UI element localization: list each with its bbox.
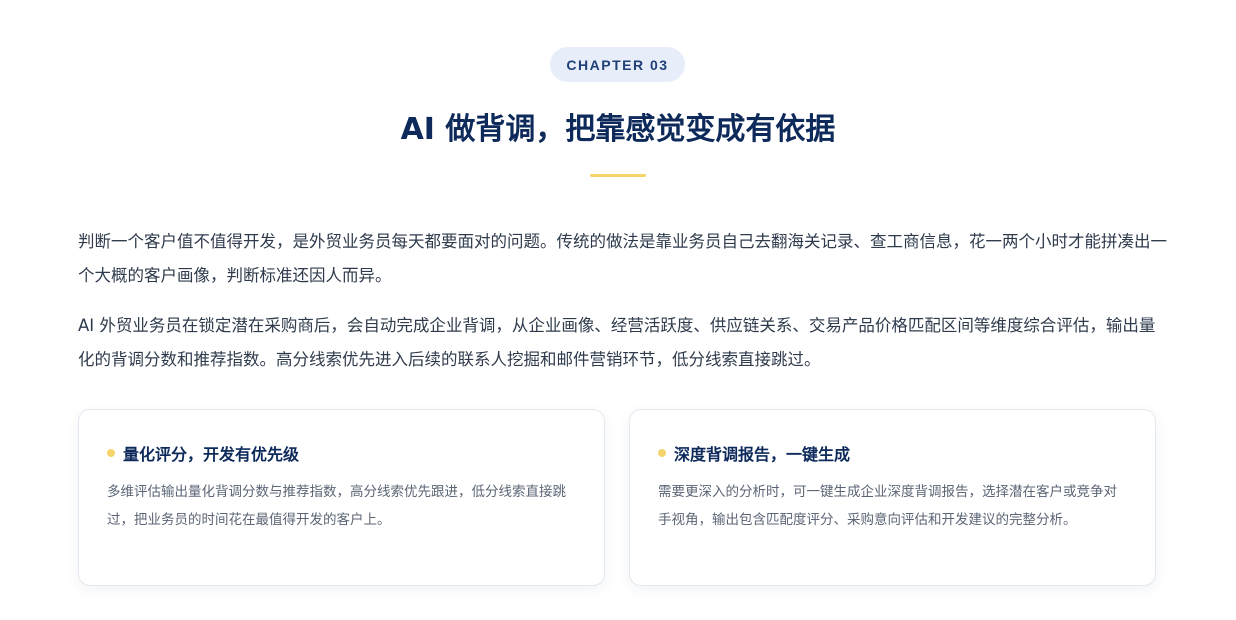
bullet-dot-icon <box>107 449 115 457</box>
bullet-dot-icon <box>658 449 666 457</box>
card-title: 量化评分，开发有优先级 <box>123 445 300 464</box>
chapter-section: CHAPTER 03 AI 做背调，把靠感觉变成有依据 判断一个客户值不值得开发… <box>0 0 1236 620</box>
card-title: 深度背调报告，一键生成 <box>674 445 851 464</box>
card-header: 深度背调报告，一键生成 <box>658 441 850 465</box>
chapter-badge: CHAPTER 03 <box>550 47 685 82</box>
card-header: 量化评分，开发有优先级 <box>107 441 299 465</box>
card-description: 需要更深入的分析时，可一键生成企业深度背调报告，选择潜在客户或竞争对手视角，输出… <box>658 484 1117 528</box>
intro-paragraph: 判断一个客户值不值得开发，是外贸业务员每天都要面对的问题。传统的做法是靠业务员自… <box>78 232 1167 285</box>
feature-card-scoring: 量化评分，开发有优先级 多维评估输出量化背调分数与推荐指数，高分线索优先跟进，低… <box>78 409 605 586</box>
feature-card-report: 深度背调报告，一键生成 需要更深入的分析时，可一键生成企业深度背调报告，选择潜在… <box>629 409 1156 586</box>
section-title: AI 做背调，把靠感觉变成有依据 <box>400 112 836 147</box>
title-divider <box>590 174 646 177</box>
description-paragraph: AI 外贸业务员在锁定潜在采购商后，会自动完成企业背调，从企业画像、经营活跃度、… <box>78 316 1156 369</box>
card-description: 多维评估输出量化背调分数与推荐指数，高分线索优先跟进，低分线索直接跳过，把业务员… <box>107 484 566 528</box>
